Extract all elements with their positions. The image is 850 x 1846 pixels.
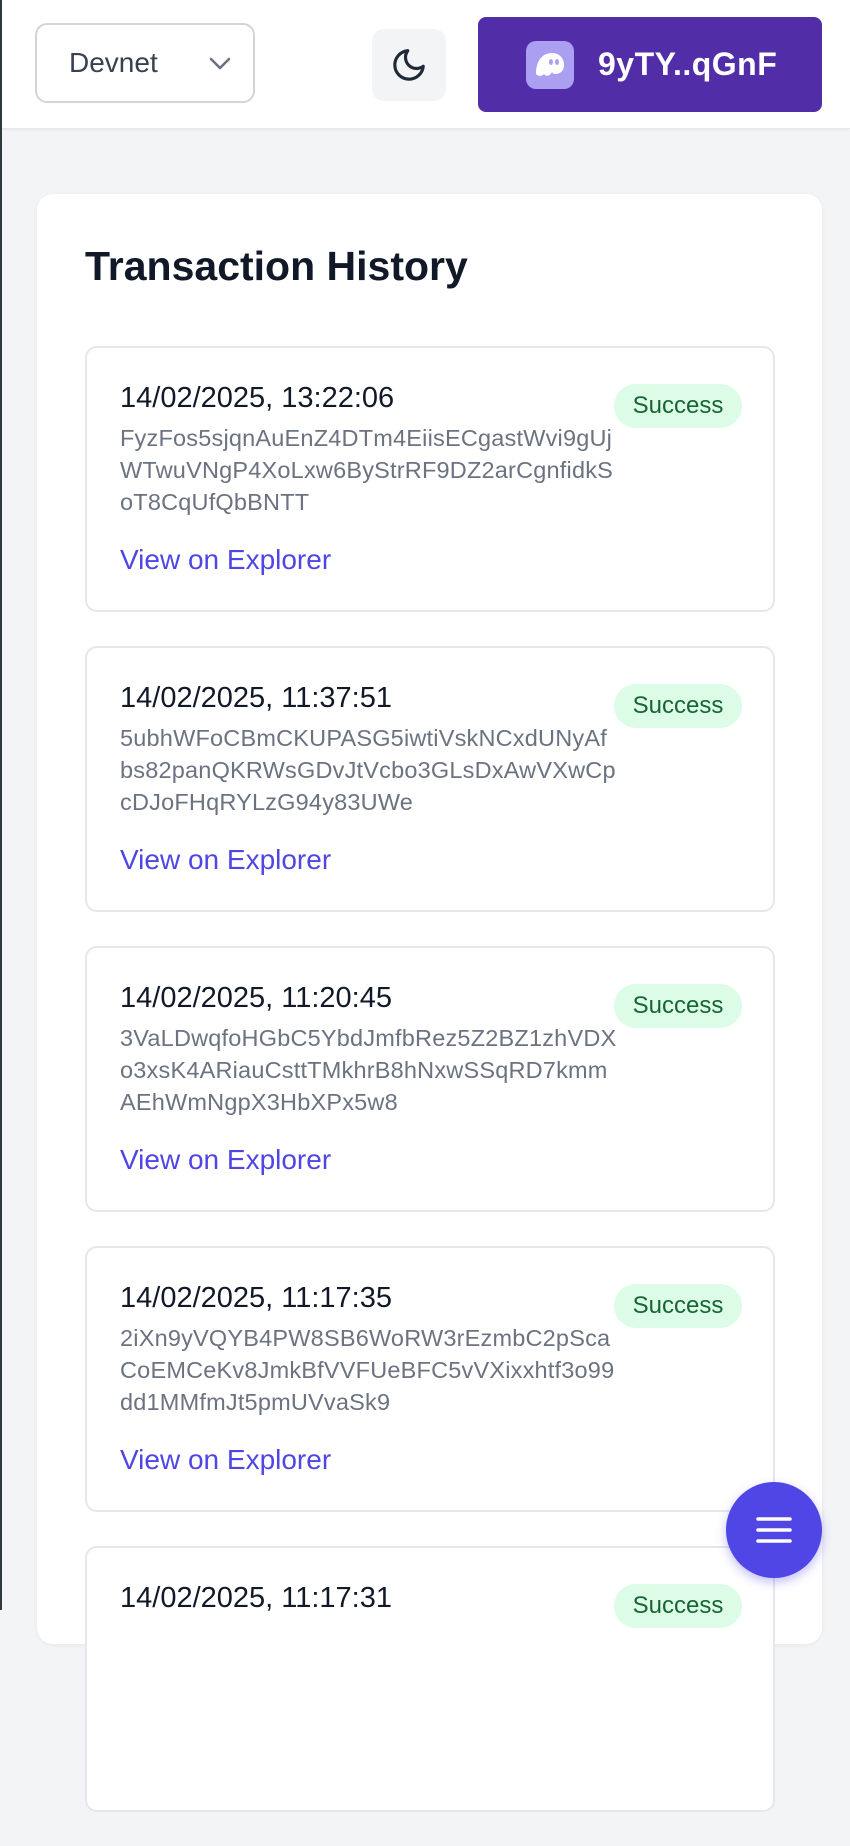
status-badge: Success [614, 984, 742, 1028]
status-badge: Success [614, 1284, 742, 1328]
hamburger-menu-icon [756, 1517, 792, 1543]
status-badge: Success [614, 684, 742, 728]
transaction-date: 14/02/2025, 13:22:06 [120, 382, 395, 414]
theme-toggle-button[interactable] [372, 29, 446, 101]
transaction-date: 14/02/2025, 11:37:51 [120, 682, 392, 714]
chevron-down-icon [209, 57, 231, 70]
transaction-signature: 2iXn9yVQYB4PW8SB6WoRW3rEzmbC2pScaCoEMCeK… [120, 1325, 615, 1415]
transaction-date: 14/02/2025, 11:17:35 [120, 1282, 392, 1314]
phantom-wallet-icon [526, 41, 574, 89]
transaction-list: 14/02/2025, 13:22:06 FyzFos5sjqnAuEnZ4DT… [85, 346, 775, 1846]
moon-icon [393, 49, 425, 81]
network-select[interactable]: Devnet [35, 23, 255, 103]
status-badge: Success [614, 384, 742, 428]
transaction-item: 14/02/2025, 13:22:06 FyzFos5sjqnAuEnZ4DT… [85, 346, 775, 612]
wallet-button[interactable]: 9yTY..qGnF [478, 17, 822, 112]
wallet-address: 9yTY..qGnF [598, 46, 778, 82]
view-on-explorer-link[interactable]: View on Explorer [120, 844, 331, 876]
network-select-value: Devnet [69, 47, 158, 78]
transaction-signature: FyzFos5sjqnAuEnZ4DTm4EiisECgastWvi9gUjWT… [120, 425, 614, 515]
page-title: Transaction History [85, 243, 468, 289]
transaction-history-card: Transaction History 14/02/2025, 13:22:06… [37, 194, 822, 1812]
transaction-signature: 5ubhWFoCBmCKUPASG5iwtiVskNCxdUNyAfbs82pa… [120, 725, 616, 815]
transaction-date: 14/02/2025, 11:17:31 [120, 1582, 392, 1614]
transaction-date: 14/02/2025, 11:20:45 [120, 982, 392, 1014]
transaction-item: 14/02/2025, 11:17:31 Success [85, 1546, 775, 1812]
transaction-item: 14/02/2025, 11:37:51 5ubhWFoCBmCKUPASG5i… [85, 646, 775, 912]
view-on-explorer-link[interactable]: View on Explorer [120, 544, 331, 576]
menu-fab-button[interactable] [726, 1482, 822, 1578]
view-on-explorer-link[interactable]: View on Explorer [120, 1444, 331, 1476]
status-badge: Success [614, 1584, 742, 1628]
top-bar: Devnet 9yTY..qGnF [2, 0, 850, 129]
transaction-signature: 3VaLDwqfoHGbC5YbdJmfbRez5Z2BZ1zhVDXo3xsK… [120, 1025, 617, 1115]
transaction-item: 14/02/2025, 11:17:35 2iXn9yVQYB4PW8SB6Wo… [85, 1246, 775, 1512]
view-on-explorer-link[interactable]: View on Explorer [120, 1144, 331, 1176]
transaction-item: 14/02/2025, 11:20:45 3VaLDwqfoHGbC5YbdJm… [85, 946, 775, 1212]
